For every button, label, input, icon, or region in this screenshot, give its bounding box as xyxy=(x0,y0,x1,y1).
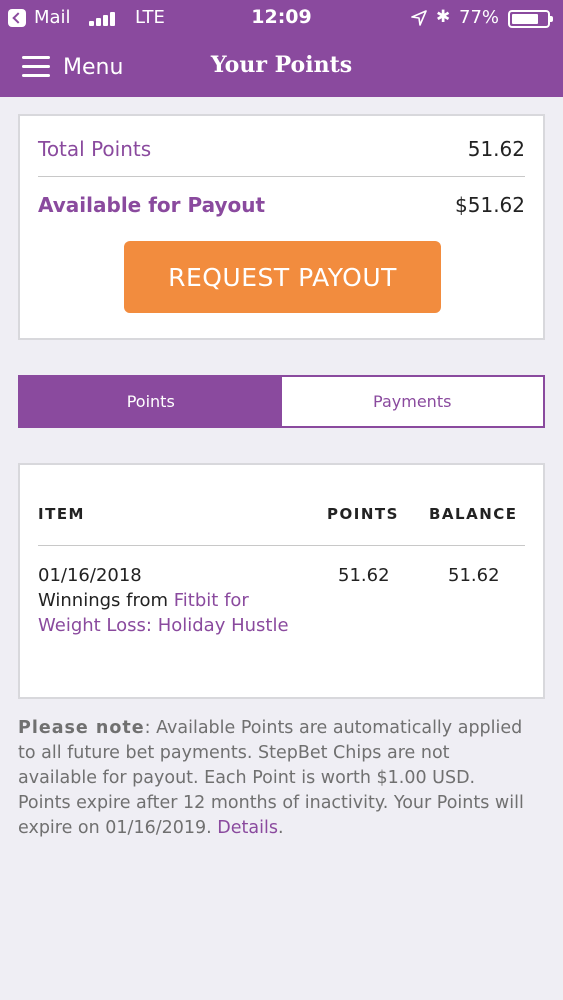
row-date: 01/16/2018 xyxy=(38,565,142,586)
total-points-row: Total Points 51.62 xyxy=(38,129,525,169)
total-points-label: Total Points xyxy=(38,137,152,161)
points-history-table: ITEM POINTS BALANCE 01/16/2018 Winnings … xyxy=(18,463,545,699)
battery-percent: 77% xyxy=(459,7,500,28)
row-points: 51.62 xyxy=(338,565,390,586)
points-note: Please note: Available Points are automa… xyxy=(18,716,533,841)
total-points-value: 51.62 xyxy=(467,137,525,161)
table-row-item: 01/16/2018 Winnings from Fitbit for Weig… xyxy=(38,563,298,638)
table-divider xyxy=(38,545,525,546)
status-bar: Mail LTE 12:09 ✱ 77% xyxy=(0,0,563,38)
row-description-prefix: Winnings from xyxy=(38,590,174,611)
column-header-points: POINTS xyxy=(327,505,399,523)
note-end: . xyxy=(277,818,284,838)
summary-divider xyxy=(38,176,525,177)
note-lead: Please note xyxy=(18,718,145,738)
points-summary-card: Total Points 51.62 Available for Payout … xyxy=(18,114,545,340)
location-arrow-icon xyxy=(411,10,427,26)
bluetooth-icon: ✱ xyxy=(436,7,451,27)
column-header-item: ITEM xyxy=(38,505,85,523)
tab-points[interactable]: Points xyxy=(20,377,282,426)
column-header-balance: BALANCE xyxy=(429,505,518,523)
row-description: Winnings from Fitbit for Weight Loss: Ho… xyxy=(38,588,298,638)
points-payments-tabs: Points Payments xyxy=(18,375,545,428)
request-payout-button[interactable]: REQUEST PAYOUT xyxy=(124,241,441,313)
battery-icon xyxy=(508,10,553,28)
available-payout-row: Available for Payout $51.62 xyxy=(38,185,525,225)
details-link[interactable]: Details xyxy=(217,818,278,838)
available-payout-label: Available for Payout xyxy=(38,193,266,217)
nav-bar: Menu Your Points xyxy=(0,40,563,97)
page-title: Your Points xyxy=(210,52,353,78)
available-payout-value: $51.62 xyxy=(455,193,525,217)
tab-payments[interactable]: Payments xyxy=(282,377,544,426)
row-balance: 51.62 xyxy=(448,565,500,586)
battery-level xyxy=(512,14,538,24)
